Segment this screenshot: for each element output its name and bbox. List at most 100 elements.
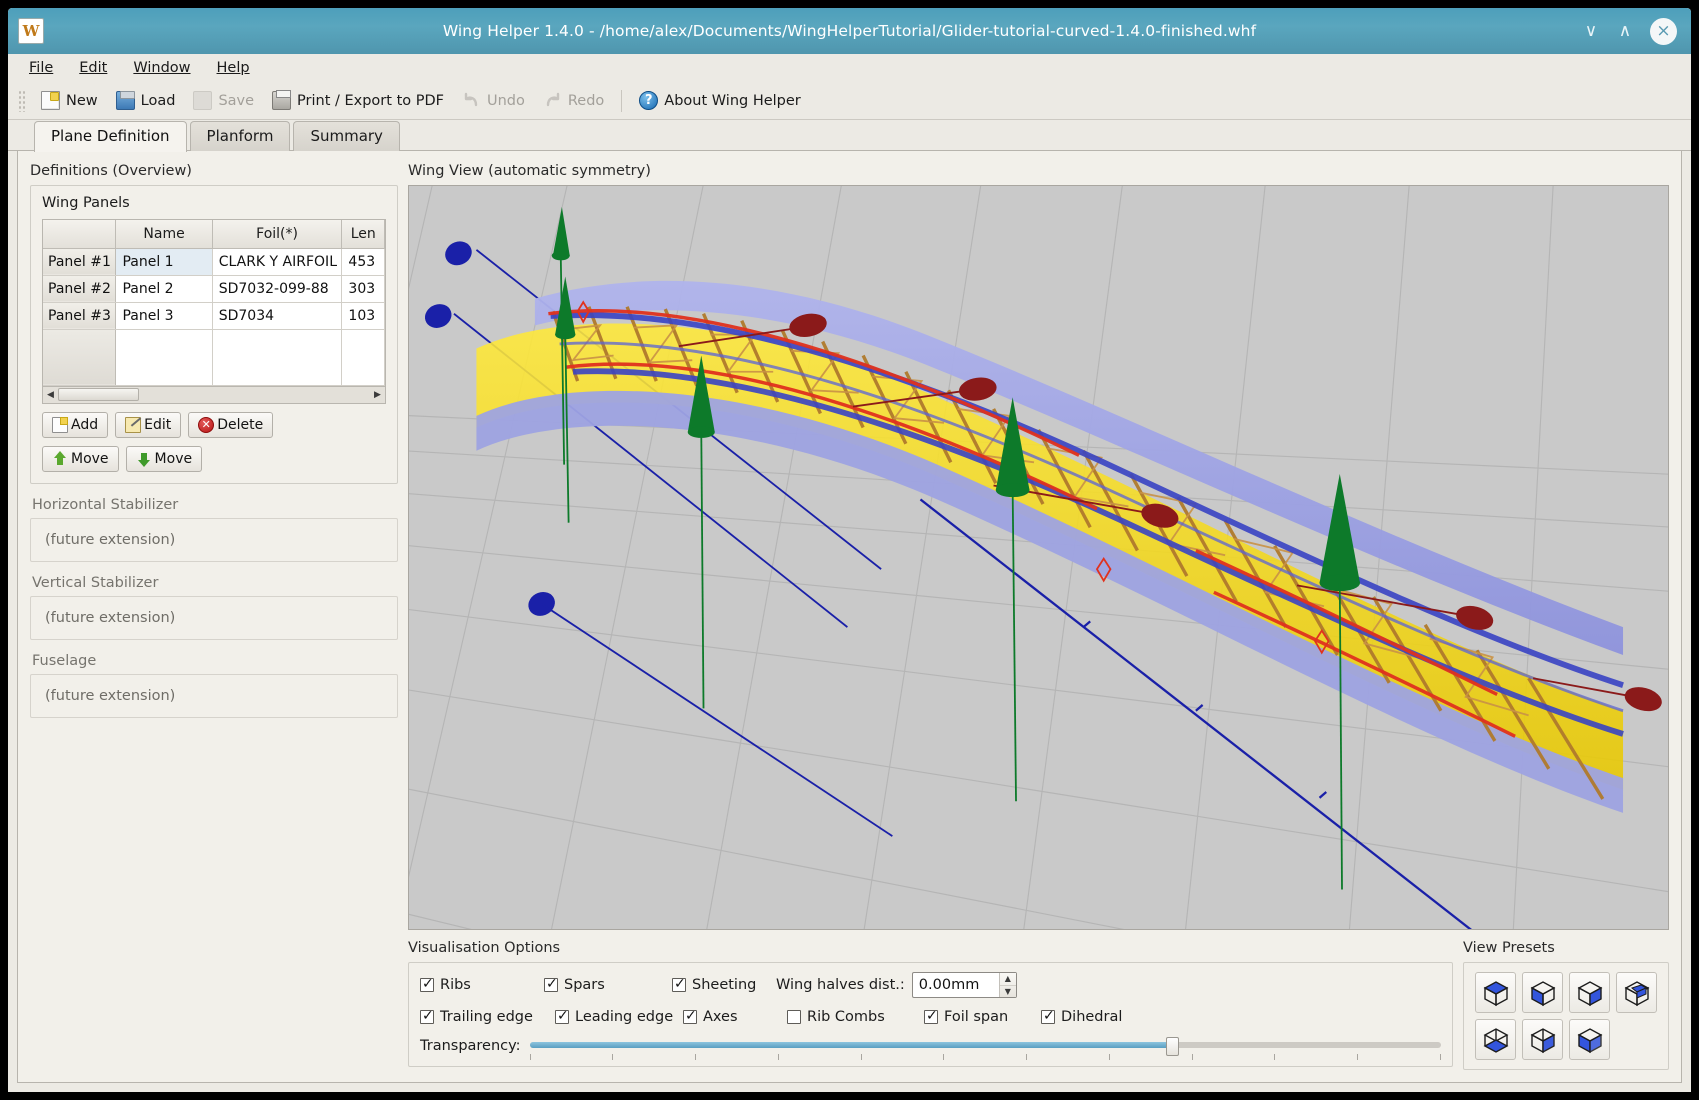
table-empty-row — [43, 329, 385, 386]
row-index[interactable]: Panel #2 — [43, 275, 117, 303]
scrollbar-track[interactable] — [58, 387, 370, 402]
checkbox-ribs-box[interactable] — [420, 976, 434, 992]
wing-halves-input[interactable] — [912, 973, 999, 997]
checkbox-sheeting[interactable]: Sheeting — [672, 976, 776, 993]
maximize-icon[interactable]: ∧ — [1616, 22, 1634, 40]
delete-button-label: Delete — [217, 416, 264, 433]
row-index[interactable]: Panel #3 — [43, 302, 117, 330]
scroll-left-icon[interactable]: ◀ — [43, 387, 58, 402]
cell-foil[interactable]: CLARK Y AIRFOIL — [212, 248, 343, 276]
view-preset-bottom-button[interactable] — [1475, 1019, 1516, 1060]
visualisation-options-box: Ribs Spars Sheeting Wing halves dist.: — [408, 962, 1453, 1067]
menu-item-edit[interactable]: Edit — [76, 58, 110, 78]
checkbox-dihedral[interactable]: Dihedral — [1041, 1008, 1123, 1025]
edit-button[interactable]: Edit — [115, 411, 182, 438]
view-preset-front-left-button[interactable] — [1522, 972, 1563, 1013]
toolbar-load-button[interactable]: Load — [107, 88, 185, 113]
checkbox-axes[interactable]: Axes — [683, 1008, 787, 1025]
table-row[interactable]: Panel #3 Panel 3 SD7034 103 — [43, 302, 385, 330]
view-preset-right-button[interactable] — [1522, 1019, 1563, 1060]
menu-item-file[interactable]: File — [26, 58, 56, 78]
row-index-empty — [43, 329, 117, 386]
wing-halves-stepper[interactable]: ▲ ▼ — [911, 972, 1017, 998]
cell-name[interactable]: Panel 2 — [115, 275, 213, 303]
toolbar-print-button[interactable]: Print / Export to PDF — [263, 88, 453, 113]
new-document-icon — [41, 91, 60, 110]
add-button[interactable]: Add — [42, 411, 109, 438]
menu-item-help[interactable]: Help — [214, 58, 253, 78]
title-bar: W Wing Helper 1.4.0 - /home/alex/Documen… — [8, 8, 1691, 54]
transparency-slider[interactable] — [529, 1035, 1441, 1060]
checkbox-axes-box[interactable] — [683, 1008, 697, 1024]
cell-len[interactable]: 103 — [341, 302, 385, 330]
checkbox-leading-edge-box[interactable] — [555, 1008, 569, 1024]
toolbar-print-label: Print / Export to PDF — [297, 92, 444, 109]
checkbox-sheeting-box[interactable] — [672, 976, 686, 992]
move-down-button[interactable]: Move — [125, 445, 203, 472]
move-up-button[interactable]: Move — [42, 445, 119, 472]
toolbar-about-button[interactable]: ? About Wing Helper — [630, 88, 809, 113]
toolbar-new-button[interactable]: New — [32, 88, 107, 113]
checkbox-spars-box[interactable] — [544, 976, 558, 992]
checkbox-dihedral-box[interactable] — [1041, 1008, 1055, 1024]
table-horizontal-scrollbar[interactable]: ◀ ▶ — [42, 386, 386, 404]
cube-top-icon — [1483, 980, 1508, 1006]
spin-down-icon[interactable]: ▼ — [1000, 986, 1016, 998]
view-preset-top-button[interactable] — [1475, 972, 1516, 1013]
menu-edit-label: Edit — [79, 60, 108, 76]
checkbox-leading-edge[interactable]: Leading edge — [555, 1008, 683, 1025]
view-preset-front-button[interactable] — [1569, 972, 1610, 1013]
menu-item-window[interactable]: Window — [130, 58, 193, 78]
checkbox-trailing-edge-box[interactable] — [420, 1008, 434, 1024]
checkbox-dihedral-label: Dihedral — [1061, 1009, 1123, 1025]
checkbox-ribs[interactable]: Ribs — [420, 976, 544, 993]
view-preset-left-button[interactable] — [1569, 1019, 1610, 1060]
app-logo-icon: W — [18, 18, 44, 44]
checkbox-trailing-edge[interactable]: Trailing edge — [420, 1008, 555, 1025]
checkbox-foil-span[interactable]: Foil span — [924, 1008, 1041, 1025]
col-header-index[interactable] — [43, 220, 117, 249]
cell-name[interactable]: Panel 3 — [115, 302, 213, 330]
cell-len[interactable]: 453 — [341, 248, 385, 276]
delete-button[interactable]: ✕ Delete — [188, 411, 274, 438]
view-presets-box — [1463, 962, 1669, 1070]
toolbar-redo-button: Redo — [534, 88, 613, 113]
vertical-stabilizer-box: (future extension) — [30, 595, 398, 640]
cell-name[interactable]: Panel 1 — [115, 248, 213, 276]
menu-window-label: Window — [133, 60, 191, 76]
wing-3d-viewport[interactable] — [408, 185, 1669, 930]
checkbox-rib-combs[interactable]: Rib Combs — [787, 1009, 924, 1025]
tab-plane-definition[interactable]: Plane Definition — [34, 121, 187, 152]
minimize-icon[interactable]: ∨ — [1582, 22, 1600, 40]
tab-summary[interactable]: Summary — [293, 121, 400, 151]
toolbar-drag-handle[interactable] — [18, 89, 26, 112]
row-index[interactable]: Panel #1 — [43, 248, 117, 276]
definitions-heading: Definitions (Overview) — [30, 163, 192, 179]
table-row[interactable]: Panel #1 Panel 1 CLARK Y AIRFOIL 453 — [43, 248, 385, 276]
wing-panels-title: Wing Panels — [42, 195, 130, 211]
cell-foil[interactable]: SD7032-099-88 — [212, 275, 343, 303]
wing-view-heading: Wing View (automatic symmetry) — [408, 163, 651, 179]
spin-up-icon[interactable]: ▲ — [999, 973, 1016, 986]
checkbox-spars-label: Spars — [564, 977, 605, 993]
scrollbar-thumb[interactable] — [58, 388, 140, 401]
definitions-panel: Definitions (Overview) Wing Panels Name … — [30, 163, 398, 1070]
scroll-right-icon[interactable]: ▶ — [370, 387, 385, 402]
menu-file-label: File — [29, 60, 54, 76]
view-preset-inside-button[interactable] — [1616, 972, 1657, 1013]
cell-foil[interactable]: SD7034 — [212, 302, 343, 330]
tab-planform[interactable]: Planform — [189, 121, 291, 151]
cell-len[interactable]: 303 — [341, 275, 385, 303]
application-window: W Wing Helper 1.4.0 - /home/alex/Documen… — [8, 8, 1691, 1092]
checkbox-rib-combs-box[interactable] — [787, 1010, 801, 1024]
col-header-name[interactable]: Name — [115, 220, 213, 249]
close-icon[interactable]: × — [1650, 17, 1677, 45]
table-row[interactable]: Panel #2 Panel 2 SD7032-099-88 303 — [43, 275, 385, 303]
cell-empty — [212, 329, 343, 386]
col-header-foil[interactable]: Foil(*) — [212, 220, 343, 249]
col-header-len[interactable]: Len — [341, 220, 385, 249]
checkbox-spars[interactable]: Spars — [544, 976, 672, 993]
toolbar-about-label: About Wing Helper — [664, 92, 801, 109]
checkbox-foil-span-box[interactable] — [924, 1008, 938, 1024]
view-presets-section: View Presets — [1463, 940, 1669, 1070]
